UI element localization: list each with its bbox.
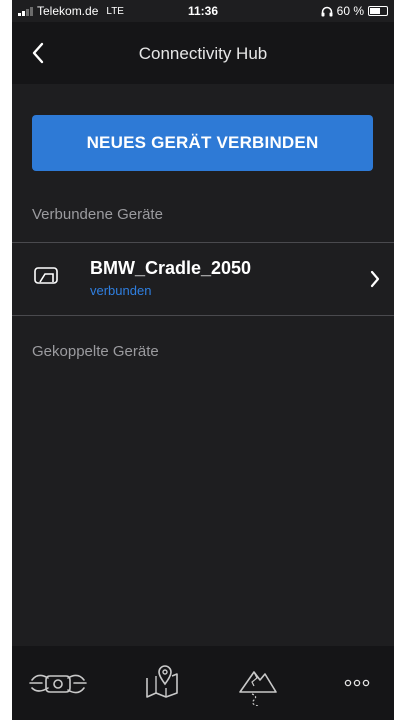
tab-routes[interactable] xyxy=(218,646,298,720)
connected-devices-heading: Verbundene Geräte xyxy=(32,206,163,223)
status-bar: Telekom.de LTE 11:36 60 % xyxy=(12,0,394,22)
motorcycle-icon xyxy=(29,674,87,694)
battery-percent: 60 % xyxy=(336,4,364,18)
cradle-icon xyxy=(34,267,58,284)
phone-screen: Telekom.de LTE 11:36 60 % Connectivity H… xyxy=(12,0,394,720)
battery-icon xyxy=(368,6,388,16)
divider xyxy=(12,315,394,316)
tab-ride[interactable] xyxy=(18,646,98,720)
page-title: Connectivity Hub xyxy=(138,44,268,63)
more-icon xyxy=(344,679,370,687)
map-icon xyxy=(146,665,178,698)
tab-map[interactable] xyxy=(120,646,200,720)
tab-more[interactable] xyxy=(316,646,394,720)
navigation-bar: Connectivity Hub xyxy=(12,22,394,84)
paired-devices-heading: Gekoppelte Geräte xyxy=(32,343,159,360)
tab-bar xyxy=(12,646,394,720)
headphones-icon xyxy=(321,6,333,16)
device-status: verbunden xyxy=(90,283,152,298)
device-row[interactable]: BMW_Cradle_2050 verbunden xyxy=(12,243,394,315)
chevron-right-icon xyxy=(370,270,380,288)
mountain-route-icon xyxy=(239,671,277,706)
connect-new-device-button[interactable]: NEUES GERÄT VERBINDEN xyxy=(32,115,373,171)
device-name: BMW_Cradle_2050 xyxy=(90,258,252,278)
